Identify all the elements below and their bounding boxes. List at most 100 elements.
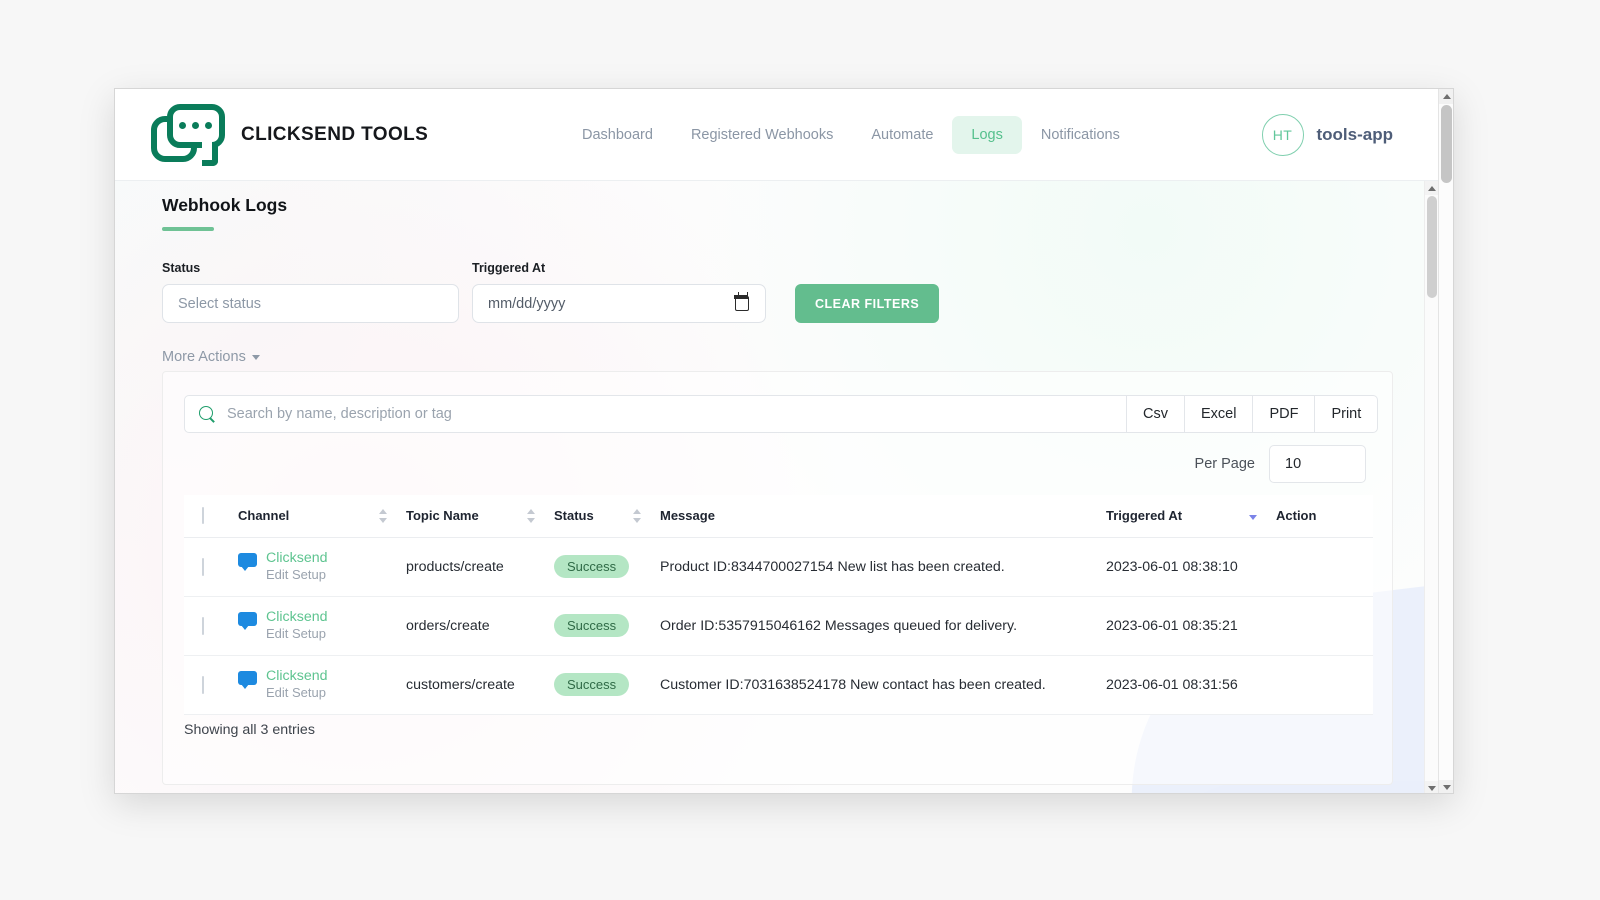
more-actions-dropdown[interactable]: More Actions xyxy=(162,349,260,365)
nav-item-dashboard[interactable]: Dashboard xyxy=(563,116,672,154)
print-button[interactable]: Print xyxy=(1315,395,1378,433)
cell-message: Customer ID:7031638524178 New contact ha… xyxy=(660,655,1106,714)
cell-action[interactable] xyxy=(1276,537,1373,596)
table-row[interactable]: Clicksend Edit Setup orders/create Succe… xyxy=(184,596,1373,655)
per-page-row: Per Page 10 xyxy=(1195,445,1366,483)
chevron-down-icon xyxy=(252,355,260,360)
status-filter-group: Status Select status xyxy=(162,261,459,323)
channel-link[interactable]: Clicksend xyxy=(266,668,328,684)
column-header-triggered-at[interactable]: Triggered At xyxy=(1106,495,1276,537)
sort-icon-triggered-at[interactable] xyxy=(1249,508,1258,524)
page-scroll-down-button[interactable] xyxy=(1439,780,1454,794)
sort-icon-status[interactable] xyxy=(633,508,642,524)
brand[interactable]: CLICKSEND TOOLS xyxy=(151,104,428,166)
cell-channel: Clicksend Edit Setup xyxy=(238,655,406,714)
column-header-status[interactable]: Status xyxy=(554,495,660,537)
select-all-checkbox[interactable] xyxy=(202,507,204,524)
channel-link[interactable]: Clicksend xyxy=(266,550,328,566)
cell-topic-name: products/create xyxy=(406,537,554,596)
per-page-select[interactable]: 10 xyxy=(1269,445,1366,483)
triggered-at-date-input[interactable]: mm/dd/yyyy xyxy=(472,284,766,323)
per-page-label: Per Page xyxy=(1195,456,1255,472)
triggered-at-filter-group: Triggered At mm/dd/yyyy xyxy=(472,261,766,323)
content-scroll-up-button[interactable] xyxy=(1425,181,1439,195)
sort-icon-channel[interactable] xyxy=(379,508,388,524)
cell-status: Success xyxy=(554,655,660,714)
table-row[interactable]: Clicksend Edit Setup customers/create Su… xyxy=(184,655,1373,714)
cell-channel: Clicksend Edit Setup xyxy=(238,537,406,596)
status-badge: Success xyxy=(554,555,629,578)
webhook-logs-table: Channel Topic Name xyxy=(184,495,1373,715)
column-header-message[interactable]: Message xyxy=(660,495,1106,537)
column-label-action: Action xyxy=(1276,508,1316,523)
cell-channel: Clicksend Edit Setup xyxy=(238,596,406,655)
table-row[interactable]: Clicksend Edit Setup products/create Suc… xyxy=(184,537,1373,596)
channel-link[interactable]: Clicksend xyxy=(266,609,328,625)
chevron-up-icon xyxy=(1443,94,1451,99)
logo-dot-1 xyxy=(179,122,186,129)
browser-window: CLICKSEND TOOLS Dashboard Registered Web… xyxy=(114,88,1454,794)
search-icon xyxy=(199,406,216,423)
column-label-channel: Channel xyxy=(238,508,289,523)
row-select-cell xyxy=(184,537,238,596)
export-excel-button[interactable]: Excel xyxy=(1185,395,1253,433)
logo-dot-2 xyxy=(192,122,199,129)
table-header-row: Channel Topic Name xyxy=(184,495,1373,537)
content-scrollbar[interactable] xyxy=(1424,181,1438,794)
more-actions-label: More Actions xyxy=(162,349,246,365)
cell-status: Success xyxy=(554,596,660,655)
page-title: Webhook Logs xyxy=(162,195,287,216)
user-menu[interactable]: HT tools-app xyxy=(1262,89,1394,181)
column-label-status: Status xyxy=(554,508,594,523)
content-scroll-down-button[interactable] xyxy=(1425,781,1439,794)
chevron-down-icon xyxy=(1443,785,1451,790)
row-select-cell xyxy=(184,596,238,655)
edit-setup-link[interactable]: Edit Setup xyxy=(266,567,326,582)
filters-bar: Status Select status Triggered At mm/dd/… xyxy=(162,261,939,323)
page-scroll-up-button[interactable] xyxy=(1439,89,1454,104)
page-scrollbar[interactable] xyxy=(1438,89,1453,794)
showing-entries-text: Showing all 3 entries xyxy=(184,722,315,738)
row-checkbox[interactable] xyxy=(202,676,204,694)
cell-action[interactable] xyxy=(1276,655,1373,714)
status-select-value: Select status xyxy=(178,296,261,312)
content-scroll-thumb[interactable] xyxy=(1427,196,1437,298)
cell-triggered-at: 2023-06-01 08:31:56 xyxy=(1106,655,1276,714)
column-label-topic-name: Topic Name xyxy=(406,508,479,523)
column-header-topic-name[interactable]: Topic Name xyxy=(406,495,554,537)
nav-item-logs[interactable]: Logs xyxy=(952,116,1021,154)
search-placeholder: Search by name, description or tag xyxy=(227,406,452,422)
nav-item-notifications[interactable]: Notifications xyxy=(1022,116,1139,154)
chevron-up-icon xyxy=(1428,186,1436,191)
chat-bubble-icon xyxy=(238,671,257,687)
column-header-channel[interactable]: Channel xyxy=(238,495,406,537)
cell-triggered-at: 2023-06-01 08:38:10 xyxy=(1106,537,1276,596)
page-scroll-thumb[interactable] xyxy=(1441,105,1452,183)
nav-item-registered-webhooks[interactable]: Registered Webhooks xyxy=(672,116,852,154)
table-head: Channel Topic Name xyxy=(184,495,1373,537)
search-input[interactable]: Search by name, description or tag xyxy=(184,395,1127,433)
status-select[interactable]: Select status xyxy=(162,284,459,323)
date-input-value: mm/dd/yyyy xyxy=(488,296,565,312)
edit-setup-link[interactable]: Edit Setup xyxy=(266,685,326,700)
cell-action[interactable] xyxy=(1276,596,1373,655)
column-label-triggered-at: Triggered At xyxy=(1106,508,1182,523)
nav-item-automate[interactable]: Automate xyxy=(852,116,952,154)
clear-filters-button[interactable]: CLEAR FILTERS xyxy=(795,284,939,323)
chat-bubble-icon xyxy=(238,612,257,628)
cell-status: Success xyxy=(554,537,660,596)
export-csv-button[interactable]: Csv xyxy=(1127,395,1185,433)
row-checkbox[interactable] xyxy=(202,558,204,576)
edit-setup-link[interactable]: Edit Setup xyxy=(266,626,326,641)
avatar[interactable]: HT xyxy=(1262,114,1304,156)
status-filter-label: Status xyxy=(162,261,459,275)
status-badge: Success xyxy=(554,614,629,637)
export-pdf-button[interactable]: PDF xyxy=(1253,395,1315,433)
sort-icon-topic-name[interactable] xyxy=(527,508,536,524)
chat-bubbles-icon xyxy=(151,104,229,166)
row-checkbox[interactable] xyxy=(202,617,204,635)
calendar-icon[interactable] xyxy=(735,296,749,311)
page-title-wrap: Webhook Logs xyxy=(162,195,287,231)
page-title-underline xyxy=(162,227,214,231)
main-nav: Dashboard Registered Webhooks Automate L… xyxy=(563,89,1139,181)
